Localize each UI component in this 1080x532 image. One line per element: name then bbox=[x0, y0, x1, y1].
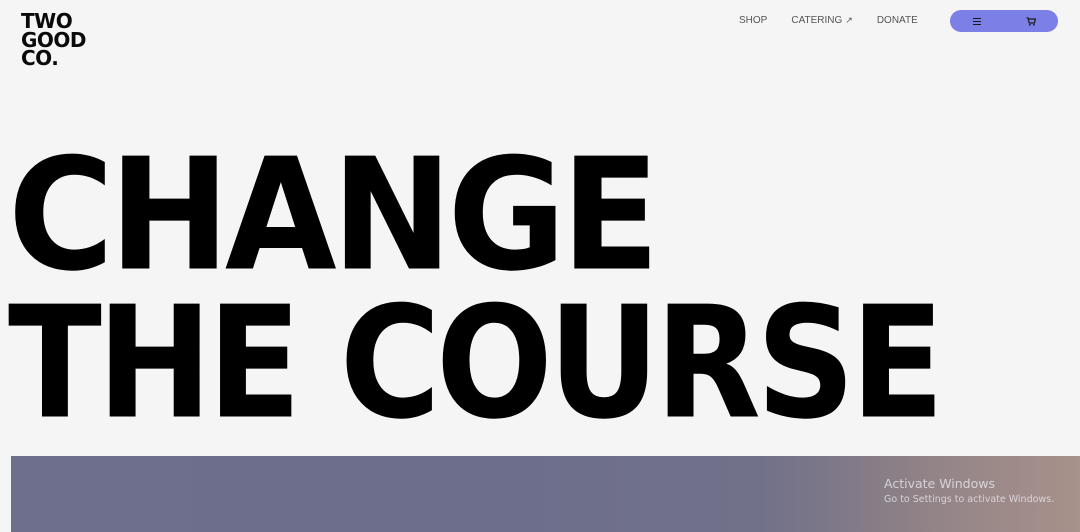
nav-catering-link[interactable]: CATERING ↗ bbox=[791, 15, 852, 26]
main-nav: SHOP CATERING ↗ DONATE bbox=[739, 15, 942, 26]
external-arrow-icon: ↗ bbox=[845, 15, 853, 25]
windows-activation-watermark: Activate Windows Go to Settings to activ… bbox=[884, 476, 1054, 505]
nav-shop-label: SHOP bbox=[739, 15, 768, 26]
page: TWO GOOD CO. SHOP CATERING ↗ DONATE CHAN… bbox=[0, 0, 1080, 532]
watermark-title: Activate Windows bbox=[884, 476, 995, 491]
nav-donate-link[interactable]: DONATE bbox=[877, 15, 918, 26]
menu-cart-pill bbox=[950, 10, 1058, 32]
cart-button[interactable] bbox=[1016, 10, 1046, 32]
hero-line-2: THE COURSE bbox=[8, 272, 944, 454]
nav-shop-link[interactable]: SHOP bbox=[739, 15, 767, 26]
nav-donate-label: DONATE bbox=[876, 15, 918, 26]
hamburger-menu-icon bbox=[973, 17, 981, 25]
menu-button[interactable] bbox=[962, 10, 992, 32]
watermark-subtitle: Go to Settings to activate Windows. bbox=[884, 494, 1055, 505]
logo-line-3: CO. bbox=[21, 46, 59, 70]
cart-icon bbox=[1026, 16, 1036, 26]
nav-catering-label: CATERING bbox=[791, 15, 843, 26]
brand-logo[interactable]: TWO GOOD CO. bbox=[21, 11, 87, 70]
hero-heading: CHANGE THE COURSE bbox=[8, 124, 1080, 441]
hero-line-1: CHANGE bbox=[8, 124, 660, 306]
